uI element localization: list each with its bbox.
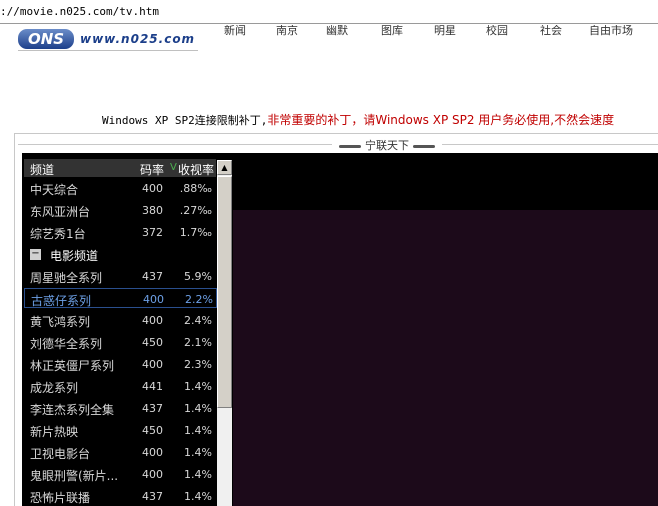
channel-rate: 437: [142, 402, 163, 415]
nav-item-society[interactable]: 社会: [540, 25, 562, 38]
channel-list-scrollbar[interactable]: ▲: [217, 160, 232, 506]
patch-notice[interactable]: Windows XP SP2连接限制补丁,非常重要的补丁，请Windows XP…: [102, 111, 658, 128]
channel-row[interactable]: 新片热映 450 1.4%: [24, 420, 217, 440]
logo-divider: [18, 50, 198, 51]
logo-badge: ONS: [18, 29, 74, 49]
channel-share: .88‰: [179, 182, 212, 195]
channel-row[interactable]: 刘德华全系列 450 2.1%: [24, 332, 217, 352]
channel-share: 1.4%: [184, 490, 212, 503]
title-ornament-left: [339, 144, 361, 148]
channel-share: 1.4%: [184, 468, 212, 481]
channel-list-header: 频道 码率 V 收视率: [24, 159, 216, 177]
channel-share: 2.1%: [184, 336, 212, 349]
channel-rate: 400: [143, 293, 164, 306]
channel-rate: 400: [142, 314, 163, 327]
notice-text-warning: 非常重要的补丁，请Windows XP SP2 用户务必使用,不然会速度: [267, 113, 615, 127]
channel-name: 成龙系列: [30, 381, 79, 395]
channel-rate: 400: [142, 182, 163, 195]
column-header-share[interactable]: 收视率: [178, 161, 214, 178]
nav-item-news[interactable]: 新闻: [224, 25, 246, 38]
column-header-rate[interactable]: 码率: [140, 161, 164, 178]
channel-share: 5.9%: [184, 270, 212, 283]
channel-row[interactable]: 卫视电影台 400 1.4%: [24, 442, 217, 462]
channel-rate: 400: [142, 446, 163, 459]
channel-name: 古惑仔系列: [31, 294, 92, 308]
site-logo[interactable]: ONS www.n025.com: [18, 27, 198, 53]
panel-title-text: 宁联天下: [365, 139, 409, 152]
channel-rate: 450: [142, 336, 163, 349]
group-label: 电影频道: [50, 249, 99, 263]
channel-rate: 400: [142, 358, 163, 371]
nav-item-nanjing[interactable]: 南京: [276, 25, 298, 38]
nav-item-campus[interactable]: 校园: [486, 25, 508, 38]
video-area[interactable]: [233, 210, 658, 506]
site-header: ONS www.n025.com 新闻 南京 幽默 图库 明星 校园 社会 自由…: [0, 25, 658, 55]
channel-name: 李连杰系列全集: [30, 403, 115, 417]
title-ornament-right: [413, 144, 435, 148]
channel-share: 2.2%: [185, 293, 213, 306]
nav-item-gallery[interactable]: 图库: [381, 25, 403, 38]
channel-name: 卫视电影台: [30, 447, 91, 461]
channel-share: 1.4%: [184, 380, 212, 393]
sort-indicator-icon: V: [170, 162, 177, 173]
channel-name: 刘德华全系列: [30, 337, 103, 351]
channel-rate: 380: [142, 204, 163, 217]
channel-share: 1.7‰: [179, 226, 212, 239]
channel-row[interactable]: 成龙系列 441 1.4%: [24, 376, 217, 396]
top-nav: 新闻 南京 幽默 图库 明星 校园 社会 自由市场: [224, 25, 654, 39]
channel-rate: 372: [142, 226, 163, 239]
channel-name: 中天综合: [30, 183, 79, 197]
channel-name: 周星驰全系列: [30, 271, 103, 285]
channel-row-selected[interactable]: 古惑仔系列 400 2.2%: [24, 288, 217, 308]
channel-rate: 450: [142, 424, 163, 437]
channel-row[interactable]: 李连杰系列全集 437 1.4%: [24, 398, 217, 418]
channel-name: 黄飞鸿系列: [30, 315, 91, 329]
scroll-thumb[interactable]: [217, 176, 232, 408]
channel-name: 新片热映: [30, 425, 79, 439]
address-bar[interactable]: ://movie.n025.com/tv.htm: [0, 0, 658, 24]
channel-share: 1.4%: [184, 446, 212, 459]
channel-share: 1.4%: [184, 424, 212, 437]
channel-rate: 437: [142, 270, 163, 283]
channel-list: 频道 码率 V 收视率 中天综合 400 .88‰ 东风亚洲台 380 .27‰…: [22, 157, 217, 506]
nav-item-market[interactable]: 自由市场: [589, 25, 633, 38]
channel-row[interactable]: 林正英僵尸系列 400 2.3%: [24, 354, 217, 374]
channel-row[interactable]: 综艺秀1台 372 1.7‰: [24, 222, 217, 242]
channel-name: 林正英僵尸系列: [30, 359, 115, 373]
channel-share: .27‰: [179, 204, 212, 217]
channel-name: 综艺秀1台: [30, 227, 86, 241]
channel-share: 1.4%: [184, 402, 212, 415]
channel-rate: 437: [142, 490, 163, 503]
channel-name: 恐怖片联播: [30, 491, 91, 505]
nav-item-stars[interactable]: 明星: [434, 25, 456, 38]
scroll-up-arrow-icon[interactable]: ▲: [217, 160, 232, 175]
channel-share: 2.4%: [184, 314, 212, 327]
channel-rate: 441: [142, 380, 163, 393]
channel-name: 东风亚洲台: [30, 205, 91, 219]
notice-text-plain: Windows XP SP2连接限制补丁,: [102, 114, 268, 127]
channel-row[interactable]: 恐怖片联播 437 1.4%: [24, 486, 217, 506]
group-movie-channels[interactable]: − 电影频道: [24, 244, 217, 264]
channel-row[interactable]: 鬼眼刑警(新片... 400 1.4%: [24, 464, 217, 484]
channel-name: 鬼眼刑警(新片...: [30, 469, 119, 483]
url-text[interactable]: ://movie.n025.com/tv.htm: [0, 5, 159, 18]
channel-row[interactable]: 周星驰全系列 437 5.9%: [24, 266, 217, 286]
channel-row[interactable]: 中天综合 400 .88‰: [24, 178, 217, 198]
channel-row[interactable]: 黄飞鸿系列 400 2.4%: [24, 310, 217, 330]
channel-share: 2.3%: [184, 358, 212, 371]
channel-rate: 400: [142, 468, 163, 481]
logo-text: www.n025.com: [80, 32, 196, 46]
panel-title: 宁联天下: [332, 137, 442, 153]
nav-item-humor[interactable]: 幽默: [326, 25, 348, 38]
column-header-channel[interactable]: 频道: [30, 161, 54, 178]
channel-row[interactable]: 东风亚洲台 380 .27‰: [24, 200, 217, 220]
collapse-icon[interactable]: −: [30, 249, 41, 260]
